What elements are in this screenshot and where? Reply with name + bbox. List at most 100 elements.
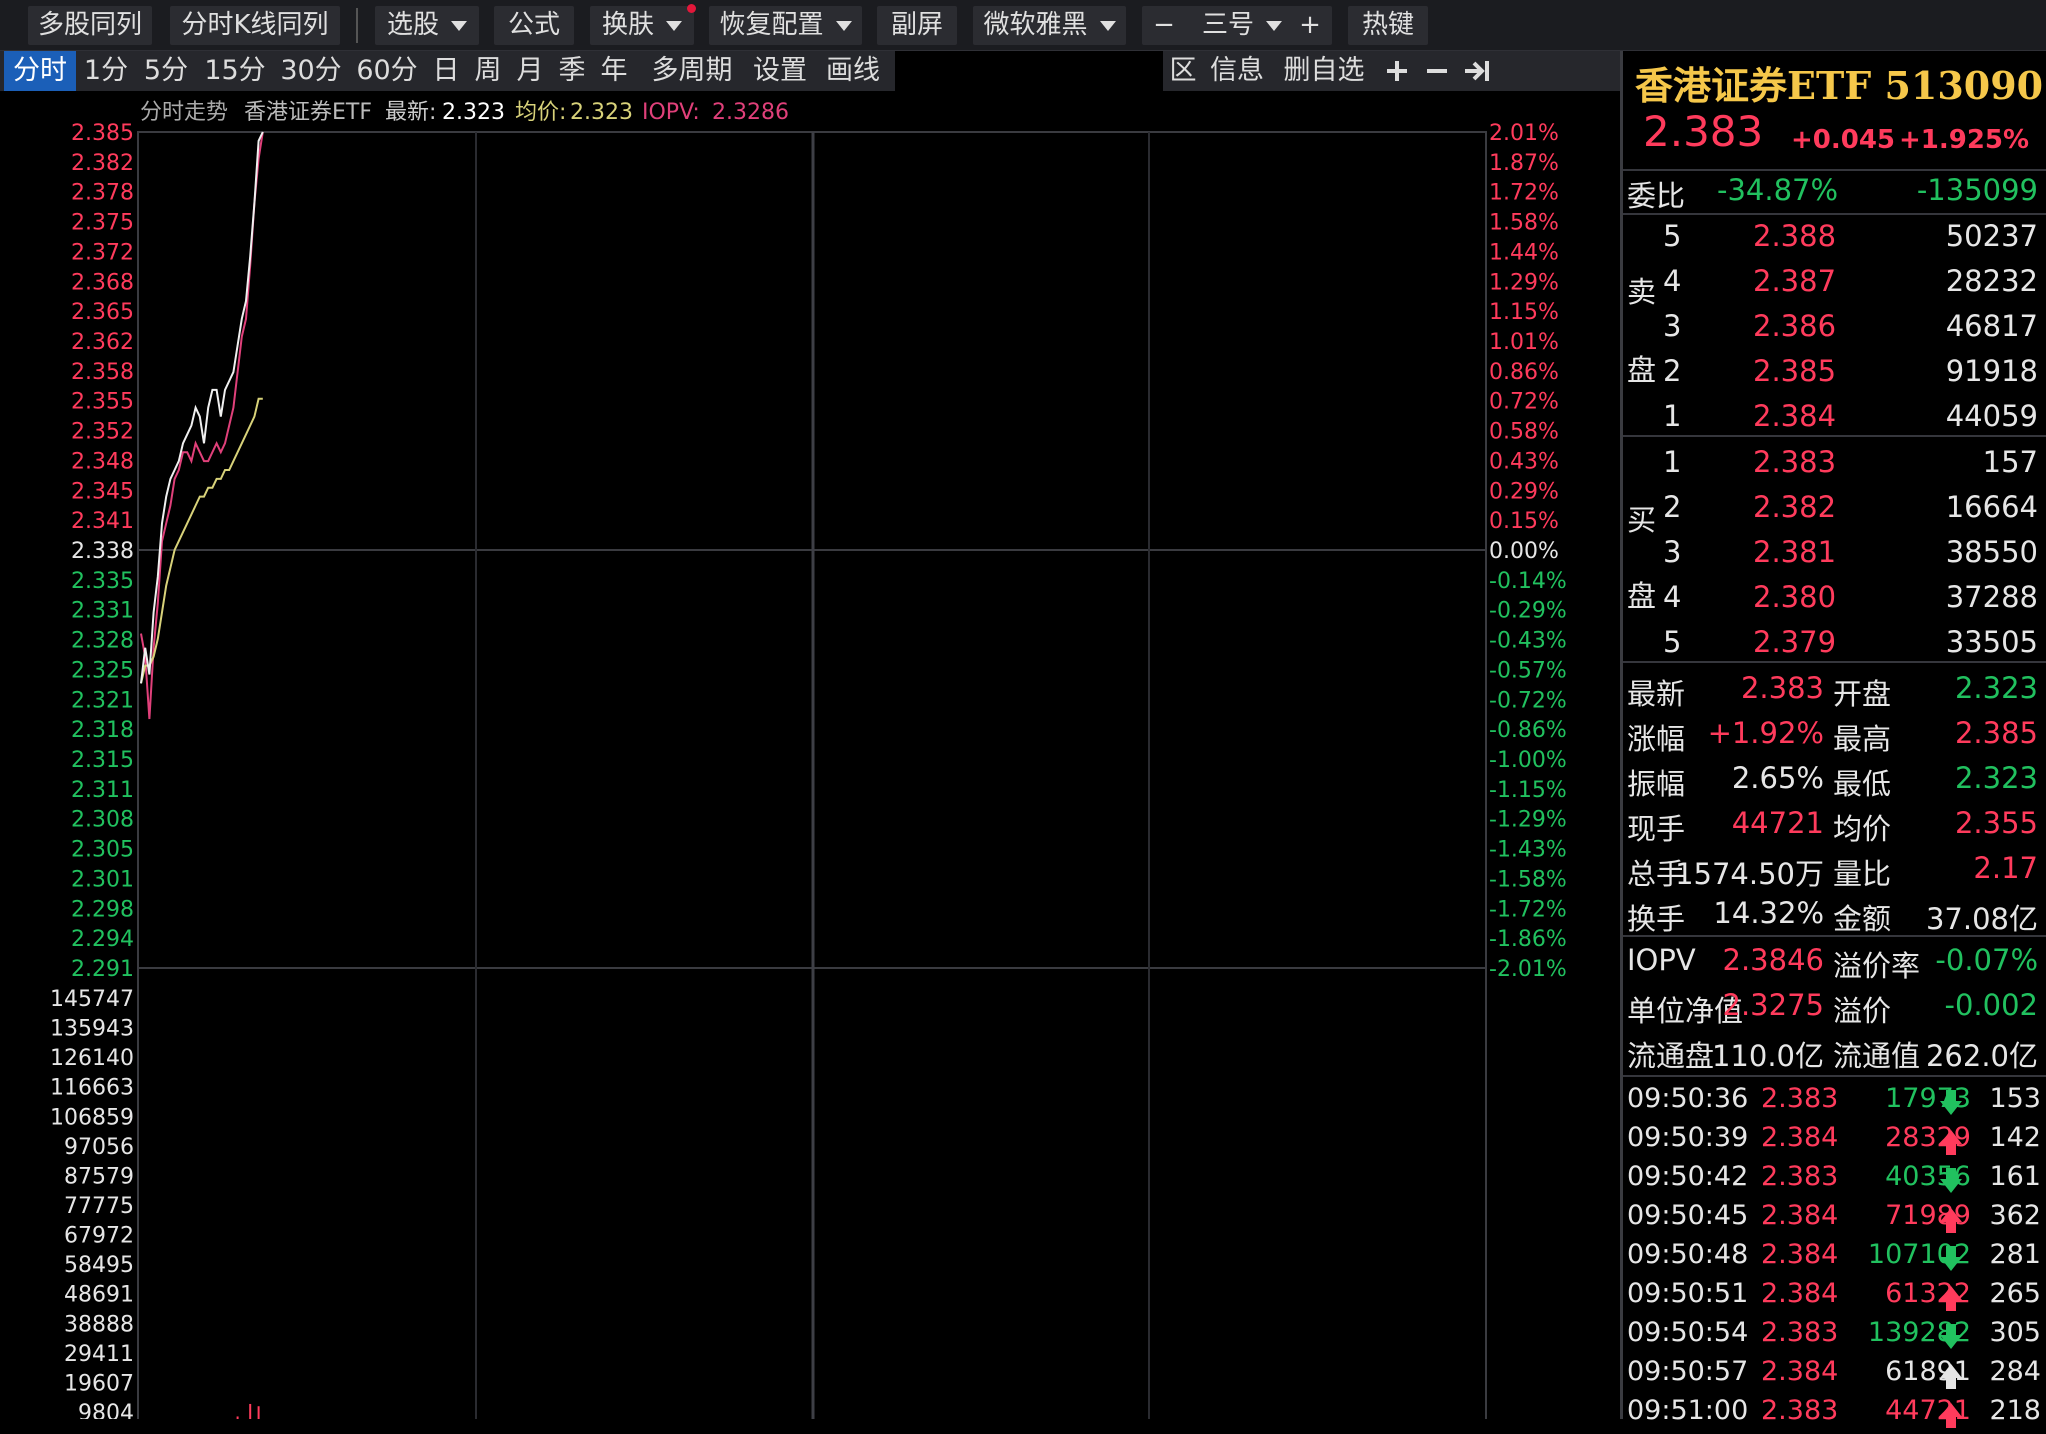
bid-volume: 16664 — [1945, 490, 2038, 524]
pct-tick-label: 1.01% — [1489, 330, 1559, 355]
pct-tick-label: -1.58% — [1489, 867, 1567, 892]
etf-stat-value: -0.002 — [1944, 988, 2039, 1022]
ask-price: 2.386 — [1753, 309, 1837, 343]
volume-tick-label: 19607 — [64, 1371, 134, 1396]
price-tick-label: 2.352 — [71, 420, 134, 445]
stat-label: 涨幅 — [1627, 722, 1686, 756]
info-label: 分时走势 — [140, 100, 228, 125]
tick-time: 09:50:48 — [1627, 1239, 1749, 1270]
tick-row: 09:50:42 2.383 40356 161 — [1623, 1161, 2046, 1200]
stat-label: 开盘 — [1833, 677, 1892, 711]
tick-count: 284 — [1989, 1356, 2041, 1387]
stat-value: 2.65% — [1731, 761, 1824, 795]
ask-volume: 44059 — [1945, 399, 2038, 433]
stat-label: 最新 — [1627, 677, 1686, 711]
sell-label-2: 盘 — [1627, 353, 1657, 387]
ask-level: 5 — [1663, 219, 1682, 253]
font-size-increase-button[interactable]: + — [1298, 6, 1322, 45]
tick-row: 09:51:00 2.383 44721 218 — [1623, 1395, 2046, 1434]
tick-time: 09:50:51 — [1627, 1278, 1749, 1309]
tick-price: 2.384 — [1761, 1122, 1839, 1153]
tick-price: 2.384 — [1761, 1278, 1839, 1309]
stat-value: 2.323 — [1954, 761, 2038, 795]
price-tick-label: 2.358 — [71, 360, 134, 385]
pct-tick-label: -2.01% — [1489, 957, 1567, 982]
restore-config-dropdown[interactable]: 恢复配置 — [709, 6, 862, 45]
sell-label-1: 卖 — [1627, 275, 1657, 309]
security-name: 香港证券ETF 513090 — [1635, 63, 2044, 108]
tick-time: 09:50:45 — [1627, 1200, 1749, 1231]
price-tick-label: 2.318 — [71, 718, 134, 743]
tick-row: 09:50:45 2.384 71989 362 — [1623, 1200, 2046, 1239]
price-change-pct: +1.925% — [1899, 125, 2030, 155]
pct-tick-label: 1.44% — [1489, 240, 1559, 265]
pct-tick-label: 0.15% — [1489, 509, 1559, 534]
price-tick-label: 2.301 — [71, 867, 134, 892]
bid-price: 2.382 — [1753, 490, 1837, 524]
tick-time: 09:51:00 — [1627, 1395, 1749, 1426]
pct-tick-label: 1.58% — [1489, 211, 1559, 236]
pct-tick-label: 1.87% — [1489, 151, 1559, 176]
pct-tick-label: 0.43% — [1489, 449, 1559, 474]
bid-level: 3 — [1663, 535, 1682, 569]
bid-price: 2.379 — [1753, 625, 1837, 659]
pct-tick-label: -1.72% — [1489, 897, 1567, 922]
ask-price: 2.388 — [1753, 219, 1837, 253]
font-size-dropdown[interactable]: 三号 — [1202, 6, 1282, 45]
bid-volume: 157 — [1982, 445, 2038, 479]
font-size-decrease-button[interactable]: − — [1152, 6, 1176, 45]
bid-volume: 37288 — [1945, 580, 2038, 614]
price-tick-label: 2.345 — [71, 479, 134, 504]
bid-level: 5 — [1663, 625, 1682, 659]
pct-tick-label: 0.58% — [1489, 420, 1559, 445]
tick-row: 09:50:51 2.384 61322 265 — [1623, 1278, 2046, 1317]
notification-dot — [687, 4, 696, 13]
bid-price: 2.381 — [1753, 535, 1837, 569]
font-dropdown[interactable]: 微软雅黑 — [973, 6, 1126, 45]
stat-label: 最高 — [1833, 722, 1892, 756]
tick-time: 09:50:42 — [1627, 1161, 1749, 1192]
tick-price: 2.383 — [1761, 1161, 1839, 1192]
tick-count: 305 — [1989, 1317, 2041, 1348]
stat-value: 2.17 — [1973, 851, 2038, 885]
volume-tick-label: 9804 — [78, 1401, 134, 1419]
etf-stat-value: 262.0亿 — [1925, 1039, 2038, 1073]
weibi-label: 委比 — [1627, 179, 1686, 213]
price-tick-label: 2.378 — [71, 181, 134, 206]
stat-value: 2.323 — [1954, 671, 2038, 705]
pct-tick-label: -1.00% — [1489, 748, 1567, 773]
pct-tick-label: -0.86% — [1489, 718, 1567, 743]
tick-price: 2.383 — [1761, 1395, 1839, 1426]
arrow-up-icon — [1940, 1130, 1962, 1155]
ask-volume: 28232 — [1945, 264, 2038, 298]
price-tick-label: 2.321 — [71, 688, 134, 713]
hotkey-button[interactable]: 热键 — [1348, 6, 1428, 45]
price-tick-label: 2.308 — [71, 808, 134, 833]
ask-volume: 50237 — [1945, 219, 2038, 253]
arrow-up-icon — [1940, 1208, 1962, 1233]
info-latest: 2.323 — [442, 100, 505, 125]
timeshare-kline-button[interactable]: 分时K线同列 — [170, 6, 340, 45]
tick-count: 281 — [1989, 1239, 2041, 1270]
etf-stat-label: 溢价率 — [1833, 949, 1921, 983]
pct-tick-label: 0.86% — [1489, 360, 1559, 385]
bid-price: 2.383 — [1753, 445, 1837, 479]
bid-volume: 33505 — [1945, 625, 2038, 659]
tick-time: 09:50:54 — [1627, 1317, 1749, 1348]
last-price: 2.383 — [1643, 107, 1764, 156]
stock-picker-dropdown[interactable]: 选股 — [375, 6, 479, 45]
pct-tick-label: 0.00% — [1489, 539, 1559, 564]
divider — [1623, 935, 2046, 937]
timeshare-chart[interactable]: 2.385 2.382 2.378 2.375 2.372 2.368 2.365 2.362… — [0, 51, 1620, 1419]
second-screen-button[interactable]: 副屏 — [877, 6, 957, 45]
volume-tick-label: 67972 — [64, 1224, 134, 1249]
series-line-price — [140, 131, 264, 684]
tick-count: 142 — [1989, 1122, 2041, 1153]
multi-stock-button[interactable]: 多股同列 — [28, 6, 152, 45]
formula-button[interactable]: 公式 — [494, 6, 574, 45]
skin-dropdown[interactable]: 换肤 — [590, 6, 694, 45]
pct-tick-label: 0.29% — [1489, 479, 1559, 504]
pct-tick-label: -0.57% — [1489, 658, 1567, 683]
info-iopv: 2.3286 — [712, 100, 789, 125]
tick-price: 2.383 — [1761, 1083, 1839, 1114]
